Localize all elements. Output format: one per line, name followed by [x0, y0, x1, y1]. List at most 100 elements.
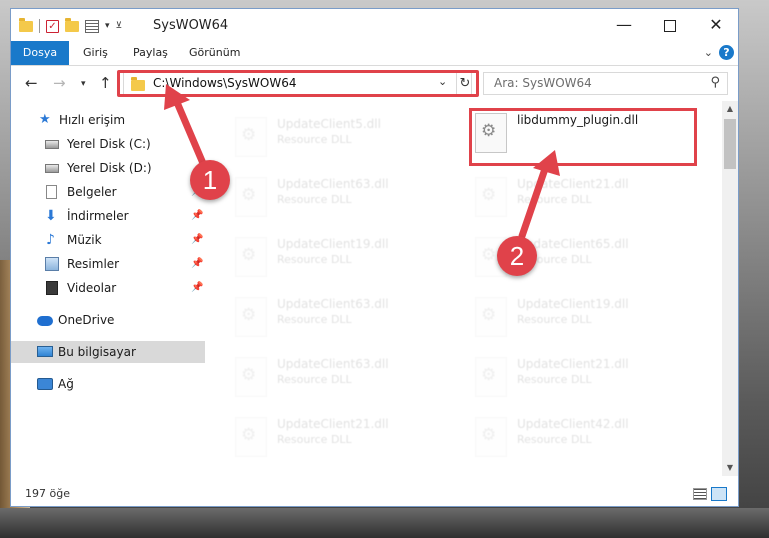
sidebar-item-downloads[interactable]: ⬇ İndirmeler 📌: [11, 205, 205, 227]
sidebar-item-label: Videolar: [67, 281, 117, 295]
file-item[interactable]: ⚙ UpdateClient63.dll Resource DLL: [229, 291, 459, 343]
back-button[interactable]: ←: [25, 74, 38, 92]
pin-icon[interactable]: 📌: [191, 253, 203, 275]
star-icon: ★: [39, 112, 51, 127]
sidebar-item-videos[interactable]: Videolar 📌: [11, 277, 205, 299]
file-item[interactable]: ⚙ UpdateClient21.dll Resource DLL: [229, 411, 459, 463]
drive-icon: [45, 140, 59, 149]
file-item[interactable]: ⚙ UpdateClient63.dll Resource DLL: [229, 351, 459, 403]
window-title: SysWOW64: [153, 18, 229, 33]
navigation-bar: ← → ▾ ↑ C:\Windows\SysWOW64 ⌄ ↻ Ara: Sys…: [11, 66, 738, 100]
gear-icon: ⚙: [481, 245, 497, 265]
sidebar-item-label: OneDrive: [58, 313, 115, 327]
sidebar-item-network[interactable]: Ağ: [11, 373, 205, 395]
tiles-view-icon[interactable]: [711, 487, 727, 501]
sidebar-item-label: Yerel Disk (D:): [67, 161, 152, 175]
sidebar-item-local-disk-d[interactable]: Yerel Disk (D:): [11, 157, 205, 179]
chevron-down-icon[interactable]: ▾: [105, 21, 110, 31]
file-name: UpdateClient21.dll: [277, 417, 389, 431]
file-type: Resource DLL: [517, 193, 592, 206]
file-type: Resource DLL: [277, 253, 352, 266]
sidebar-item-onedrive[interactable]: OneDrive: [11, 309, 205, 331]
expand-ribbon-icon[interactable]: ⌄: [704, 46, 713, 59]
scroll-up-icon[interactable]: ▲: [722, 101, 738, 117]
vertical-scrollbar[interactable]: ▲ ▼: [722, 101, 738, 476]
sidebar-item-documents[interactable]: Belgeler 📌: [11, 181, 205, 203]
file-type: Resource DLL: [277, 313, 352, 326]
file-type: Resource DLL: [517, 313, 592, 326]
tab-home[interactable]: Giriş: [73, 41, 118, 65]
gear-icon: ⚙: [481, 425, 497, 445]
forward-button[interactable]: →: [53, 74, 66, 92]
file-item[interactable]: ⚙ UpdateClient21.dll Resource DLL: [469, 171, 699, 223]
sidebar-item-this-pc[interactable]: Bu bilgisayar: [11, 341, 205, 363]
sidebar-item-music[interactable]: ♪ Müzik 📌: [11, 229, 205, 251]
file-name: UpdateClient63.dll: [277, 297, 389, 311]
scroll-down-icon[interactable]: ▼: [722, 460, 738, 476]
toolbar-separator: [39, 19, 40, 33]
file-type: Resource DLL: [517, 433, 592, 446]
file-item[interactable]: ⚙ UpdateClient42.dll Resource DLL: [469, 411, 699, 463]
tab-view[interactable]: Görünüm: [179, 41, 250, 65]
file-item[interactable]: ⚙ UpdateClient19.dll Resource DLL: [469, 291, 699, 343]
pin-icon[interactable]: 📌: [191, 277, 203, 299]
scroll-thumb[interactable]: [724, 119, 736, 169]
up-button[interactable]: ↑: [99, 74, 112, 92]
download-icon: ⬇: [45, 208, 57, 224]
ribbon-controls: ⌄ ?: [704, 45, 734, 60]
sidebar-item-quick-access[interactable]: ★ Hızlı erişim: [11, 109, 205, 131]
minimize-button[interactable]: —: [601, 9, 647, 41]
pin-icon[interactable]: 📌: [191, 229, 203, 251]
file-name: UpdateClient5.dll: [277, 117, 381, 131]
gear-icon: ⚙: [241, 245, 257, 265]
network-icon: [37, 378, 53, 390]
file-name: UpdateClient63.dll: [277, 357, 389, 371]
file-name: UpdateClient19.dll: [277, 237, 389, 251]
gear-icon: ⚙: [241, 305, 257, 325]
file-item[interactable]: ⚙ UpdateClient5.dll Resource DLL: [229, 111, 459, 163]
sidebar-item-label: Hızlı erişim: [59, 113, 126, 127]
search-icon[interactable]: ⚲: [710, 75, 720, 90]
pin-icon[interactable]: 📌: [191, 205, 203, 227]
tab-file[interactable]: Dosya: [11, 41, 69, 65]
computer-icon: [37, 346, 53, 357]
file-item[interactable]: ⚙ UpdateClient21.dll Resource DLL: [469, 351, 699, 403]
gear-icon: ⚙: [241, 125, 257, 145]
file-type: Resource DLL: [277, 373, 352, 386]
tab-share[interactable]: Paylaş: [123, 41, 178, 65]
file-item[interactable]: ⚙ UpdateClient63.dll Resource DLL: [229, 171, 459, 223]
maximize-icon: [664, 19, 676, 32]
file-name: UpdateClient21.dll: [517, 357, 629, 371]
item-count: 197 öğe: [25, 487, 70, 500]
file-item[interactable]: ⚙ UpdateClient19.dll Resource DLL: [229, 231, 459, 283]
file-name: UpdateClient21.dll: [517, 177, 629, 191]
properties-check-icon[interactable]: ✓: [46, 19, 59, 33]
file-highlight-box: [469, 108, 697, 166]
gear-icon: ⚙: [241, 185, 257, 205]
new-folder-icon[interactable]: [65, 17, 79, 32]
sidebar-item-local-disk-c[interactable]: Yerel Disk (C:): [11, 133, 205, 155]
pictures-icon: [45, 257, 59, 271]
sidebar-item-label: Bu bilgisayar: [58, 345, 136, 359]
folder-icon: [19, 17, 33, 32]
search-input[interactable]: Ara: SysWOW64 ⚲: [483, 72, 728, 95]
details-view-icon[interactable]: [693, 488, 707, 500]
recent-locations-button[interactable]: ▾: [81, 79, 86, 89]
ribbon-tabs: Dosya Giriş Paylaş Görünüm ⌄ ?: [11, 41, 738, 66]
sidebar-item-label: Müzik: [67, 233, 102, 247]
sidebar-item-label: Resimler: [67, 257, 120, 271]
sidebar-item-pictures[interactable]: Resimler 📌: [11, 253, 205, 275]
customize-toolbar-icon[interactable]: ⊻: [116, 21, 123, 31]
file-type: Resource DLL: [277, 193, 352, 206]
gear-icon: ⚙: [481, 185, 497, 205]
quick-access-toolbar: ✓ ▾ ⊻: [19, 17, 122, 35]
properties-icon[interactable]: [85, 19, 99, 33]
maximize-button[interactable]: [647, 9, 693, 41]
help-icon[interactable]: ?: [719, 45, 734, 60]
file-name: UpdateClient42.dll: [517, 417, 629, 431]
onedrive-icon: [37, 316, 53, 326]
sidebar-item-label: Ağ: [58, 377, 74, 391]
document-icon: [46, 185, 57, 199]
close-button[interactable]: ✕: [693, 9, 739, 41]
file-type: Resource DLL: [517, 373, 592, 386]
